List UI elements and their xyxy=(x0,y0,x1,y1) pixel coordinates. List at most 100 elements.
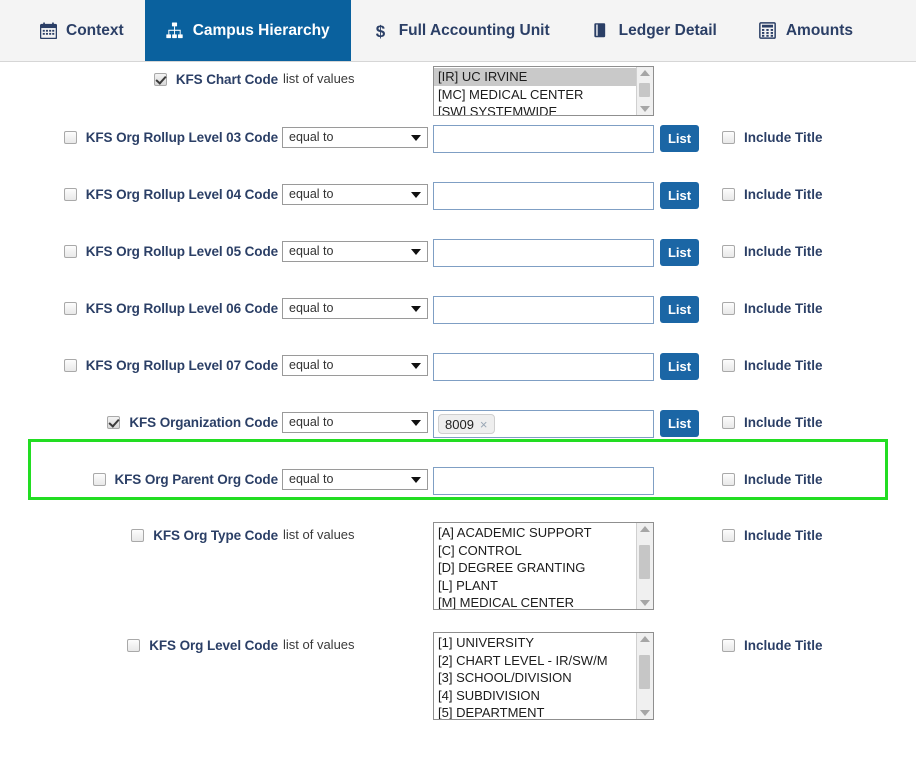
listbox-options: [A] ACADEMIC SUPPORT [C] CONTROL [D] DEGRE… xyxy=(434,523,636,609)
checkbox-kfs-org-parent-org-code[interactable] xyxy=(92,473,106,486)
operator-value: equal to xyxy=(289,301,334,316)
scroll-down-icon[interactable] xyxy=(640,600,650,606)
checkbox-kfs-org-rollup-level-04-code[interactable] xyxy=(63,188,77,201)
checkbox-kfs-org-rollup-level-06-code[interactable] xyxy=(63,302,77,315)
tab-campus-hierarchy[interactable]: Campus Hierarchy xyxy=(144,0,351,61)
label-kfs-organization-code: KFS Organization Code xyxy=(129,415,278,430)
row-label-group: KFS Org Rollup Level 03 Code xyxy=(0,130,278,145)
scroll-up-icon[interactable] xyxy=(640,526,650,532)
value-input-kfs-org-rollup-level-07-code[interactable] xyxy=(433,353,654,381)
tab-label: Campus Hierarchy xyxy=(192,21,330,39)
tab-bar: Context Campus Hierarchy $ Full Accounting … xyxy=(0,0,916,62)
chevron-down-icon xyxy=(411,134,421,141)
label-kfs-org-rollup-level-03-code: KFS Org Rollup Level 03 Code xyxy=(85,130,278,145)
value-input-kfs-org-rollup-level-06-code[interactable] xyxy=(433,296,654,324)
checkbox-kfs-org-rollup-level-03-code[interactable] xyxy=(63,131,77,144)
scroll-down-icon[interactable] xyxy=(640,106,650,112)
listbox-kfs-org-level-code[interactable]: [1] UNIVERSITY [2] CHART LEVEL - IR/SW/M[… xyxy=(433,632,654,720)
tab-full-accounting-unit[interactable]: $ Full Accounting Unit xyxy=(351,0,571,61)
listbox-options: [IR] UC IRVINE [MC] MEDICAL CENTER [SW] SY… xyxy=(434,67,636,115)
checkbox-kfs-org-rollup-level-07-code[interactable] xyxy=(63,359,77,372)
list-button-kfs-organization-code[interactable]: List xyxy=(660,410,699,437)
chip-remove-icon[interactable]: × xyxy=(480,418,488,431)
tab-ledger-detail[interactable]: Ledger Detail xyxy=(571,0,738,61)
list-button-kfs-org-rollup-level-04-code[interactable]: List xyxy=(660,182,699,209)
list-button-kfs-org-rollup-level-07-code[interactable]: List xyxy=(660,353,699,380)
operator-value: equal to xyxy=(289,244,334,259)
value-input-kfs-organization-code[interactable]: 8009 × xyxy=(433,410,654,438)
operator-select-kfs-org-rollup-level-05-code[interactable]: equal to xyxy=(282,241,428,262)
checkbox-kfs-chart-code[interactable] xyxy=(153,73,167,86)
tab-label: Context xyxy=(66,21,124,39)
label-kfs-chart-code: KFS Chart Code xyxy=(175,72,278,87)
include-title-checkbox[interactable] xyxy=(722,473,735,486)
operator-value: equal to xyxy=(289,415,334,430)
operator-select-kfs-org-rollup-level-04-code[interactable]: equal to xyxy=(282,184,428,205)
value-input-kfs-org-rollup-level-04-code[interactable] xyxy=(433,182,654,210)
include-title-group: Include Title xyxy=(722,301,823,316)
scroll-down-icon[interactable] xyxy=(640,710,650,716)
operator-select-kfs-org-rollup-level-06-code[interactable]: equal to xyxy=(282,298,428,319)
listbox-option[interactable]: [MC] MEDICAL CENTER xyxy=(434,86,636,104)
checkbox-kfs-organization-code[interactable] xyxy=(107,416,121,429)
include-title-checkbox[interactable] xyxy=(722,131,735,144)
tab-label: Ledger Detail xyxy=(618,21,717,39)
chevron-down-icon xyxy=(411,305,421,312)
tab-amounts[interactable]: Amounts xyxy=(738,0,874,61)
listbox-option[interactable]: [D] DEGREE GRANTING xyxy=(434,559,636,577)
listbox-option[interactable]: [IR] UC IRVINE xyxy=(434,68,636,86)
include-title-group: Include Title xyxy=(722,415,823,430)
listbox-option[interactable]: [1] UNIVERSITY xyxy=(434,634,636,652)
include-title-checkbox[interactable] xyxy=(722,188,735,201)
scrollbar-thumb[interactable] xyxy=(639,655,650,689)
scrollbar-thumb[interactable] xyxy=(639,545,650,579)
include-title-checkbox[interactable] xyxy=(722,529,735,542)
scroll-up-icon[interactable] xyxy=(640,636,650,642)
operator-select-kfs-org-rollup-level-03-code[interactable]: equal to xyxy=(282,127,428,148)
checkbox-kfs-org-level-code[interactable] xyxy=(127,639,141,652)
checkbox-kfs-org-rollup-level-05-code[interactable] xyxy=(63,245,77,258)
dollar-icon: $ xyxy=(372,22,390,40)
value-input-kfs-org-rollup-level-03-code[interactable] xyxy=(433,125,654,153)
value-input-kfs-org-rollup-level-05-code[interactable] xyxy=(433,239,654,267)
checkbox-kfs-org-type-code[interactable] xyxy=(131,529,145,542)
operator-select-kfs-org-parent-org-code[interactable]: equal to xyxy=(282,469,428,490)
include-title-checkbox[interactable] xyxy=(722,416,735,429)
listbox-option[interactable]: [A] ACADEMIC SUPPORT xyxy=(434,524,636,542)
list-button-kfs-org-rollup-level-03-code[interactable]: List xyxy=(660,125,699,152)
include-title-checkbox[interactable] xyxy=(722,359,735,372)
listbox-scrollbar[interactable] xyxy=(636,67,653,115)
scrollbar-thumb[interactable] xyxy=(639,83,650,97)
include-title-checkbox[interactable] xyxy=(722,302,735,315)
listbox-scrollbar[interactable] xyxy=(636,633,653,719)
listbox-option[interactable]: [L] PLANT xyxy=(434,577,636,595)
operator-select-kfs-organization-code[interactable]: equal to xyxy=(282,412,428,433)
listbox-option[interactable]: [4] SUBDIVISION xyxy=(434,687,636,705)
listbox-option[interactable]: [SW] SYSTEMWIDE xyxy=(434,103,636,115)
listbox-option[interactable]: [5] DEPARTMENT xyxy=(434,704,636,719)
svg-text:$: $ xyxy=(376,22,386,39)
scroll-up-icon[interactable] xyxy=(640,70,650,76)
listbox-option[interactable]: [2] CHART LEVEL - IR/SW/M xyxy=(434,652,636,670)
criteria-row-kfs-organization-code: KFS Organization Code equal to 8009 × List In… xyxy=(0,408,916,465)
row-label-group: KFS Org Rollup Level 07 Code xyxy=(0,358,278,373)
include-title-checkbox[interactable] xyxy=(722,245,735,258)
chevron-down-icon xyxy=(411,191,421,198)
tab-context[interactable]: Context xyxy=(18,0,145,61)
value-chip: 8009 × xyxy=(438,414,495,434)
listbox-kfs-chart-code[interactable]: [IR] UC IRVINE [MC] MEDICAL CENTER [SW] SY… xyxy=(433,66,654,116)
value-input-kfs-org-parent-org-code[interactable] xyxy=(433,467,654,495)
chevron-down-icon xyxy=(411,476,421,483)
listbox-option[interactable]: [M] MEDICAL CENTER xyxy=(434,594,636,609)
listbox-scrollbar[interactable] xyxy=(636,523,653,609)
chevron-down-icon xyxy=(411,419,421,426)
list-button-kfs-org-rollup-level-05-code[interactable]: List xyxy=(660,239,699,266)
book-icon xyxy=(592,22,610,40)
listbox-option[interactable]: [C] CONTROL xyxy=(434,542,636,560)
list-button-kfs-org-rollup-level-06-code[interactable]: List xyxy=(660,296,699,323)
include-title-checkbox[interactable] xyxy=(722,639,735,652)
listbox-option[interactable]: [3] SCHOOL/DIVISION xyxy=(434,669,636,687)
operator-select-kfs-org-rollup-level-07-code[interactable]: equal to xyxy=(282,355,428,376)
include-title-label: Include Title xyxy=(744,130,823,145)
listbox-kfs-org-type-code[interactable]: [A] ACADEMIC SUPPORT [C] CONTROL [D] DEGRE… xyxy=(433,522,654,610)
